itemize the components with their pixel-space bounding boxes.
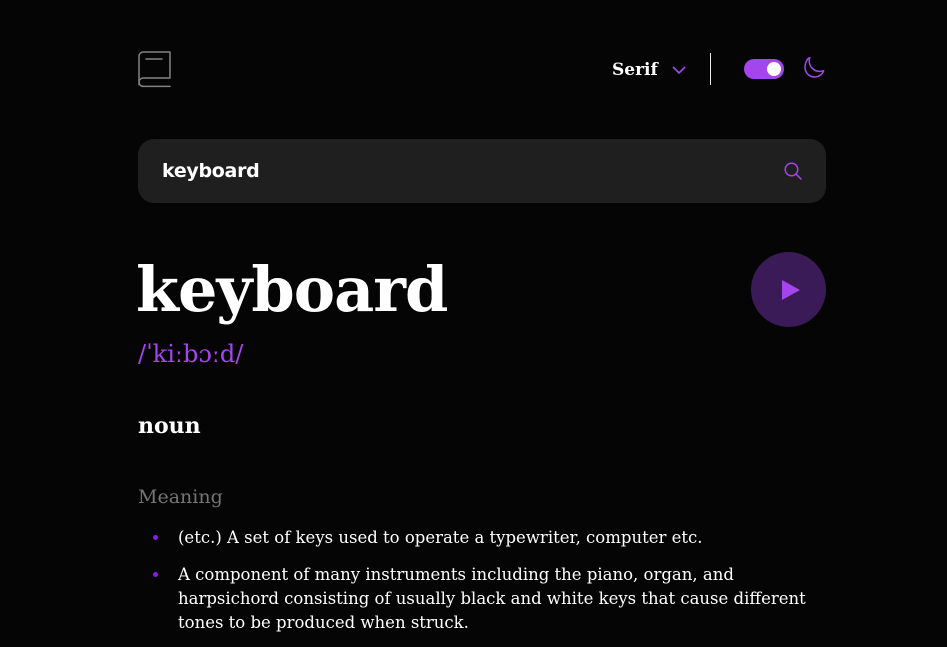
font-family-label: Serif <box>612 60 658 80</box>
definition-item: (etc.) A set of keys used to operate a t… <box>153 526 818 550</box>
bullet-icon <box>153 572 158 577</box>
search-bar <box>138 139 826 203</box>
moon-icon <box>804 57 825 78</box>
chevron-down-icon <box>672 65 686 74</box>
header-divider <box>710 53 711 85</box>
phonetic-text: /ˈkiːbɔːd/ <box>138 340 244 368</box>
search-input[interactable] <box>162 160 784 182</box>
word-title: keyboard <box>136 253 448 326</box>
book-icon[interactable] <box>138 51 171 88</box>
definition-item: A component of many instruments includin… <box>153 563 818 635</box>
play-icon <box>781 279 800 300</box>
part-of-speech: noun <box>138 413 201 439</box>
theme-toggle[interactable] <box>744 59 784 79</box>
definition-list: (etc.) A set of keys used to operate a t… <box>153 526 818 647</box>
search-icon[interactable] <box>784 162 802 180</box>
play-pronunciation-button[interactable] <box>751 252 826 327</box>
definition-text: (etc.) A set of keys used to operate a t… <box>178 528 703 547</box>
definition-text: A component of many instruments includin… <box>178 565 806 632</box>
meaning-heading: Meaning <box>138 486 223 508</box>
bullet-icon <box>153 535 158 540</box>
toggle-knob <box>767 62 781 76</box>
dictionary-app: Serif keyboard /ˈkiːbɔːd/ noun Meaning <box>0 0 947 647</box>
font-family-dropdown[interactable]: Serif <box>612 58 686 82</box>
